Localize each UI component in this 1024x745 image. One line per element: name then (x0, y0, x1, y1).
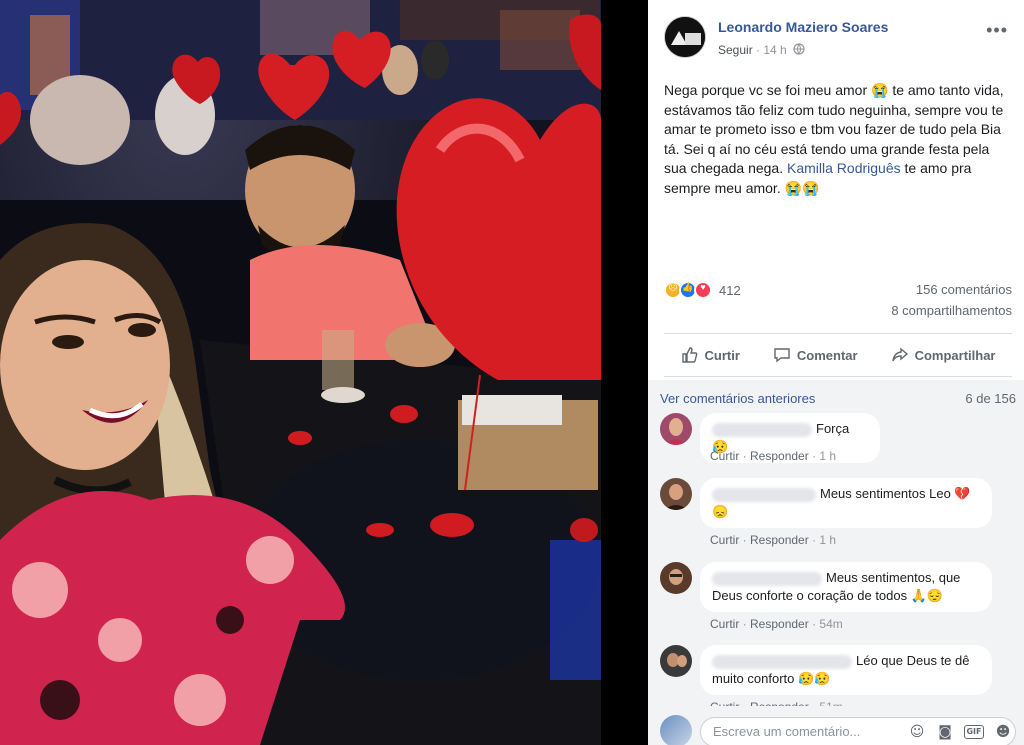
comment-item: Meus sentimentos, que Deus conforte o co… (660, 562, 1010, 632)
post-photo[interactable] (0, 0, 601, 745)
author-avatar[interactable] (664, 16, 706, 58)
comment-like-link[interactable]: Curtir (710, 449, 739, 463)
post-panel: Leonardo Maziero Soares Seguir · 14 h ••… (648, 0, 1024, 745)
comment-text-line2: Deus conforte o coração de todos 🙏😔 (712, 588, 944, 603)
comment-input-placeholder: Escreva um comentário... (713, 724, 861, 739)
share-button[interactable]: Compartilhar (891, 340, 996, 370)
photo-viewer (0, 0, 648, 745)
comment-item: Meus sentimentos Leo 💔 😞 Curtir · Respon… (660, 478, 1010, 548)
comment-icon (774, 348, 790, 363)
comment-text-line2: 😞 (712, 504, 729, 519)
author-avatar-image (665, 17, 705, 57)
commenter-name-blurred[interactable] (712, 571, 822, 586)
mention-link[interactable]: Kamilla Rodriguês (787, 160, 901, 176)
sticker-icon[interactable]: ☻ (994, 723, 1012, 741)
emoji-icon[interactable]: ☺ (908, 723, 926, 741)
commenter-name-blurred[interactable] (712, 654, 852, 669)
comment-like-link[interactable]: Curtir (710, 533, 739, 547)
comment-reply-link[interactable]: Responder (750, 617, 809, 631)
comment-reply-link[interactable]: Responder (750, 449, 809, 463)
post-header: Leonardo Maziero Soares Seguir · 14 h ••… (664, 16, 1012, 64)
comment-actions: Curtir · Responder · 1 h (710, 449, 837, 463)
comment-time[interactable]: 54m (819, 617, 842, 631)
photo-illustration (0, 0, 601, 745)
commenter-avatar[interactable] (660, 645, 692, 677)
thumbs-up-icon (681, 347, 697, 363)
commenter-name-blurred[interactable] (712, 422, 812, 437)
reaction-summary[interactable]: ☹ 👍 ♥ 412 (664, 280, 741, 300)
share-icon (891, 347, 908, 362)
reactions-bar: ☹ 👍 ♥ 412 156 comentários 8 compartilham… (664, 280, 1012, 324)
commenter-avatar[interactable] (660, 562, 692, 594)
comment-actions: Curtir · Responder · 54m (710, 617, 843, 631)
more-icon[interactable]: ••• (986, 20, 1008, 41)
commenter-name-blurred[interactable] (712, 487, 816, 502)
author-name[interactable]: Leonardo Maziero Soares (718, 19, 888, 35)
shares-count[interactable]: 8 compartilhamentos (891, 303, 1012, 318)
comment-time[interactable]: 1 h (819, 533, 836, 547)
share-label: Compartilhar (914, 347, 996, 363)
comment-label: Comentar (796, 347, 858, 363)
divider (664, 376, 1012, 377)
globe-icon (793, 43, 805, 58)
comment-button[interactable]: Comentar (773, 340, 858, 370)
commenter-avatar[interactable] (660, 478, 692, 510)
comment-text-line1: Meus sentimentos Leo 💔 (820, 486, 971, 501)
comment-text-line1: Meus sentimentos, que (826, 570, 961, 585)
post-text: Nega porque vc se foi meu amor 😭 te amo … (664, 81, 1012, 198)
post-meta: Seguir · 14 h (718, 43, 805, 58)
comments-count[interactable]: 156 comentários (916, 282, 1012, 297)
comment-bubble: Meus sentimentos, que Deus conforte o co… (700, 562, 992, 612)
follow-link[interactable]: Seguir (718, 43, 753, 57)
like-button[interactable]: Curtir (681, 340, 740, 370)
post-time[interactable]: 14 h (763, 43, 786, 57)
previous-comments-link[interactable]: Ver comentários anteriores (660, 391, 815, 406)
commenter-avatar[interactable] (660, 413, 692, 445)
reaction-count[interactable]: 412 (719, 283, 741, 298)
like-label: Curtir (704, 347, 740, 363)
post-actions: Curtir Comentar Compartilhar (664, 340, 1012, 370)
comment-input-icons: ☺ ◙ GIF ☻ (908, 723, 1012, 741)
comment-reply-link[interactable]: Responder (750, 533, 809, 547)
comment-text-line1: Léo que Deus te dê (856, 653, 970, 668)
camera-icon[interactable]: ◙ (936, 723, 954, 741)
comment-bubble: Meus sentimentos Leo 💔 😞 (700, 478, 992, 528)
comment-actions: Curtir · Responder · 1 h (710, 533, 837, 547)
comment-item: Força 😥 Curtir · Responder · 1 h (660, 413, 1010, 463)
comment-bubble: Léo que Deus te dê muito conforto 😥😥 (700, 645, 992, 695)
current-user-avatar (660, 715, 692, 745)
comment-like-link[interactable]: Curtir (710, 617, 739, 631)
comments-position: 6 de 156 (965, 391, 1016, 406)
gif-icon[interactable]: GIF (964, 725, 984, 739)
divider (664, 333, 1012, 334)
comment-text-line2: muito conforto 😥😥 (712, 671, 831, 686)
comment-item: Léo que Deus te dê muito conforto 😥😥 Cur… (660, 645, 1010, 715)
write-comment-area: Escreva um comentário... ☺ ◙ GIF ☻ (648, 706, 1024, 745)
comment-time[interactable]: 1 h (819, 449, 836, 463)
comments-section: Ver comentários anteriores 6 de 156 Forç… (648, 380, 1024, 745)
love-reaction-icon: ♥ (694, 281, 712, 299)
